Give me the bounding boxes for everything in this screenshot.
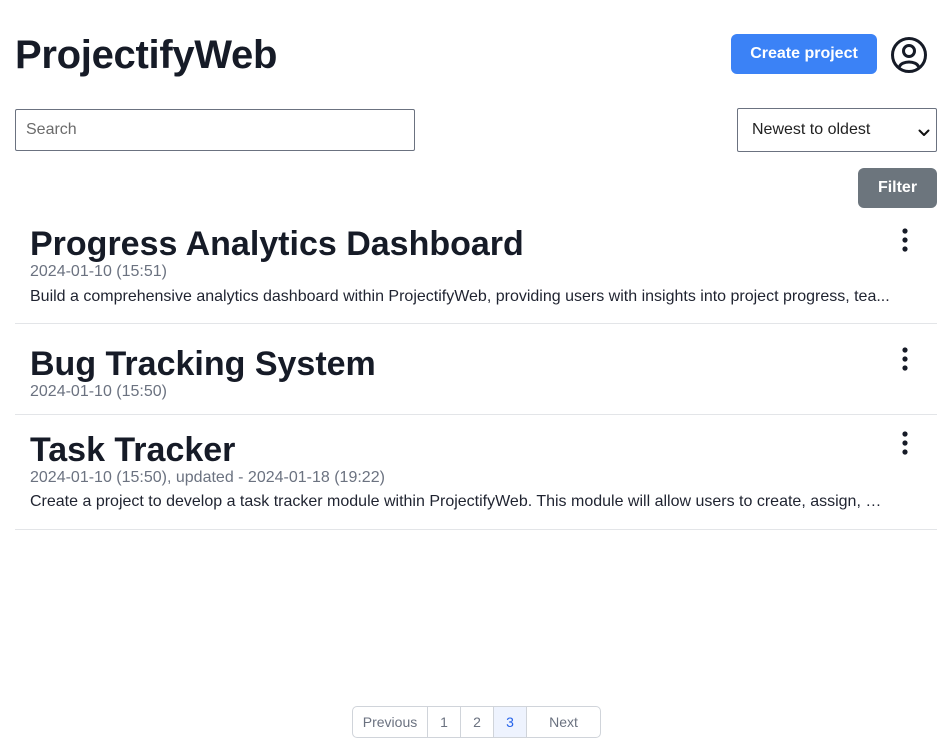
page-3-button[interactable]: 3 (494, 707, 527, 737)
project-list: Progress Analytics Dashboard 2024-01-10 … (15, 218, 937, 530)
create-project-button[interactable]: Create project (731, 34, 877, 74)
sort-select[interactable]: Newest to oldest (737, 108, 937, 152)
previous-page-button[interactable]: Previous (353, 707, 428, 737)
project-description: Build a comprehensive analytics dashboar… (30, 288, 890, 305)
user-circle-icon[interactable] (890, 36, 928, 74)
project-description: Create a project to develop a task track… (30, 493, 890, 510)
project-item[interactable]: Bug Tracking System 2024-01-10 (15:50) (15, 324, 937, 415)
pagination: Previous 1 2 3 Next (352, 706, 601, 738)
sort-selected-value: Newest to oldest (752, 121, 871, 138)
more-options-icon[interactable] (897, 227, 913, 253)
project-title[interactable]: Bug Tracking System (30, 344, 376, 384)
chevron-down-icon (918, 125, 930, 136)
project-date: 2024-01-10 (15:50) (30, 383, 167, 400)
project-item[interactable]: Progress Analytics Dashboard 2024-01-10 … (15, 218, 937, 324)
next-page-button[interactable]: Next (527, 707, 600, 737)
project-title[interactable]: Task Tracker (30, 430, 235, 470)
page-2-button[interactable]: 2 (461, 707, 494, 737)
projects-page: ProjectifyWeb Create project Newest to o… (0, 0, 952, 746)
search-input[interactable] (15, 109, 415, 151)
project-title[interactable]: Progress Analytics Dashboard (30, 224, 524, 264)
app-title: ProjectifyWeb (15, 33, 278, 77)
project-date: 2024-01-10 (15:51) (30, 263, 167, 280)
project-date: 2024-01-10 (15:50), updated - 2024-01-18… (30, 469, 385, 486)
more-options-icon[interactable] (897, 346, 913, 372)
filter-button[interactable]: Filter (858, 168, 937, 208)
project-item[interactable]: Task Tracker 2024-01-10 (15:50), updated… (15, 415, 937, 530)
more-options-icon[interactable] (897, 430, 913, 456)
page-1-button[interactable]: 1 (428, 707, 461, 737)
